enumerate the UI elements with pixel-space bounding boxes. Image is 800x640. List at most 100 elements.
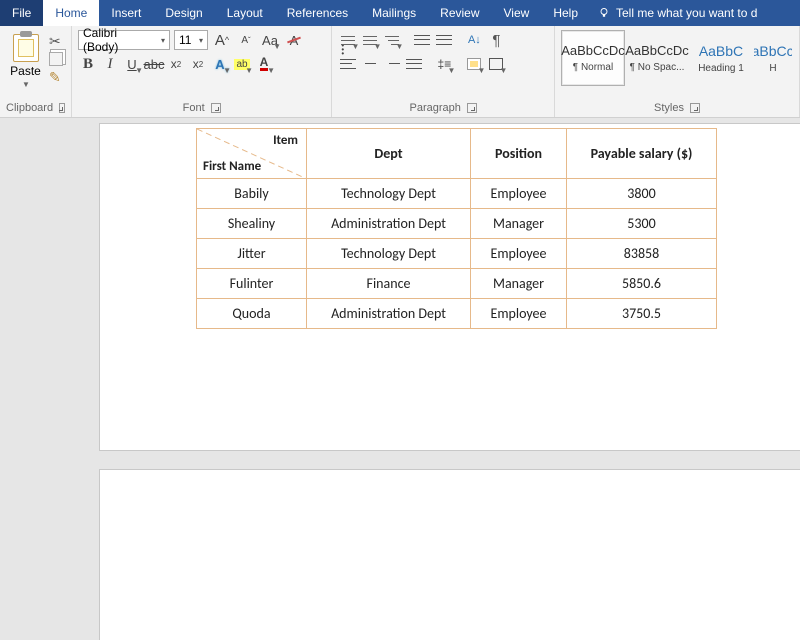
cell-dept[interactable]: Finance: [307, 269, 471, 299]
style-name: ¶ Normal: [573, 62, 613, 73]
header-item-label: Item: [273, 133, 298, 148]
highlight-button[interactable]: ab▼: [232, 54, 252, 74]
indent-icon: [436, 33, 452, 47]
shading-button[interactable]: ▼: [464, 54, 484, 74]
style-heading-1[interactable]: AaBbC Heading 1: [689, 30, 753, 86]
tab-help[interactable]: Help: [541, 0, 590, 26]
chevron-down-icon: ▼: [22, 80, 30, 89]
cell-sal[interactable]: 83858: [567, 239, 717, 269]
tab-mailings[interactable]: Mailings: [360, 0, 428, 26]
chevron-down-icon: ▾: [199, 36, 203, 45]
tab-insert[interactable]: Insert: [99, 0, 153, 26]
show-marks-button[interactable]: ¶: [486, 30, 506, 50]
italic-button[interactable]: I: [100, 54, 120, 74]
ribbon-tabs: File Home Insert Design Layout Reference…: [0, 0, 800, 26]
cell-pos[interactable]: Employee: [471, 179, 567, 209]
cell-pos[interactable]: Employee: [471, 239, 567, 269]
tab-review[interactable]: Review: [428, 0, 491, 26]
grow-font-button[interactable]: A^: [212, 30, 232, 50]
header-dept[interactable]: Dept: [307, 129, 471, 179]
numbering-button[interactable]: ▼: [360, 30, 380, 50]
cell-pos[interactable]: Manager: [471, 209, 567, 239]
style-normal[interactable]: AaBbCcDc ¶ Normal: [561, 30, 625, 86]
font-family-value: Calibri (Body): [83, 26, 155, 54]
justify-button[interactable]: [404, 54, 424, 74]
group-clipboard: Paste ▼ ✂ ✎ Clipboard: [0, 26, 72, 117]
cell-name[interactable]: Quoda: [197, 299, 307, 329]
cell-dept[interactable]: Technology Dept: [307, 239, 471, 269]
cell-sal[interactable]: 5300: [567, 209, 717, 239]
table-row: ShealinyAdministration DeptManager5300: [197, 209, 717, 239]
cell-name[interactable]: Fulinter: [197, 269, 307, 299]
superscript-button[interactable]: x2: [188, 54, 208, 74]
cell-sal[interactable]: 3750.5: [567, 299, 717, 329]
format-painter-button[interactable]: ✎: [49, 70, 65, 84]
align-center-button[interactable]: [360, 54, 380, 74]
cell-name[interactable]: Jitter: [197, 239, 307, 269]
group-styles: AaBbCcDc ¶ Normal AaBbCcDc ¶ No Spac... …: [555, 26, 800, 117]
clear-formatting-icon: A: [290, 33, 299, 48]
header-split-cell[interactable]: Item First Name: [197, 129, 307, 179]
tab-view[interactable]: View: [492, 0, 542, 26]
header-salary[interactable]: Payable salary ($): [567, 129, 717, 179]
tab-design[interactable]: Design: [153, 0, 214, 26]
font-color-button[interactable]: A▼: [254, 54, 274, 74]
table-row: JitterTechnology DeptEmployee83858: [197, 239, 717, 269]
cell-dept[interactable]: Administration Dept: [307, 209, 471, 239]
style-no-spacing[interactable]: AaBbCcDc ¶ No Spac...: [625, 30, 689, 86]
tab-references[interactable]: References: [275, 0, 360, 26]
cell-dept[interactable]: Administration Dept: [307, 299, 471, 329]
bold-button[interactable]: B: [78, 54, 98, 74]
tab-layout[interactable]: Layout: [215, 0, 275, 26]
cell-pos[interactable]: Manager: [471, 269, 567, 299]
tab-file[interactable]: File: [0, 0, 43, 26]
dialog-launcher-icon[interactable]: [211, 103, 221, 113]
align-left-button[interactable]: [338, 54, 358, 74]
align-right-button[interactable]: [382, 54, 402, 74]
cell-sal[interactable]: 5850.6: [567, 269, 717, 299]
style-heading-2[interactable]: AaBbCcD H: [753, 30, 793, 86]
line-spacing-button[interactable]: ‡≡▼: [434, 54, 454, 74]
decrease-indent-button[interactable]: [412, 30, 432, 50]
cell-name[interactable]: Babily: [197, 179, 307, 209]
borders-button[interactable]: ▼: [486, 54, 506, 74]
multilevel-list-button[interactable]: ▼: [382, 30, 402, 50]
font-size-value: 11: [179, 33, 191, 47]
copy-icon: [49, 52, 63, 66]
bullets-button[interactable]: ▼: [338, 30, 358, 50]
paste-label: Paste: [10, 64, 41, 78]
change-case-button[interactable]: Aa▼: [260, 30, 280, 50]
underline-button[interactable]: U▼: [122, 54, 142, 74]
subscript-button[interactable]: x2: [166, 54, 186, 74]
dialog-launcher-icon[interactable]: [59, 103, 65, 113]
header-position[interactable]: Position: [471, 129, 567, 179]
strikethrough-button[interactable]: abc: [144, 54, 164, 74]
paste-button[interactable]: Paste ▼: [6, 30, 45, 89]
font-size-select[interactable]: 11 ▾: [174, 30, 208, 50]
font-family-select[interactable]: Calibri (Body) ▾: [78, 30, 170, 50]
cell-dept[interactable]: Technology Dept: [307, 179, 471, 209]
cell-name[interactable]: Shealiny: [197, 209, 307, 239]
dialog-launcher-icon[interactable]: [690, 103, 700, 113]
tab-home[interactable]: Home: [43, 0, 99, 26]
table-row: QuodaAdministration DeptEmployee3750.5: [197, 299, 717, 329]
style-name: ¶ No Spac...: [630, 62, 685, 73]
dialog-launcher-icon[interactable]: [467, 103, 477, 113]
table-row: BabilyTechnology DeptEmployee3800: [197, 179, 717, 209]
cell-sal[interactable]: 3800: [567, 179, 717, 209]
document-area[interactable]: Item First Name Dept Position Payable sa…: [0, 118, 800, 640]
text-effects-button[interactable]: A▼: [210, 54, 230, 74]
group-paragraph: ▼ ▼ ▼ A↓ ¶ ‡≡▼ ▼ ▼: [332, 26, 555, 117]
shrink-font-button[interactable]: Aˇ: [236, 30, 256, 50]
table-header-row: Item First Name Dept Position Payable sa…: [197, 129, 717, 179]
clear-formatting-button[interactable]: A: [284, 30, 304, 50]
sort-button[interactable]: A↓: [464, 30, 484, 50]
salary-table[interactable]: Item First Name Dept Position Payable sa…: [196, 128, 717, 329]
copy-button[interactable]: [49, 52, 65, 66]
subscript-num: 2: [177, 60, 181, 69]
cut-button[interactable]: ✂: [49, 34, 65, 48]
tell-me-search[interactable]: Tell me what you want to d: [590, 0, 765, 26]
superscript-num: 2: [199, 60, 203, 69]
cell-pos[interactable]: Employee: [471, 299, 567, 329]
increase-indent-button[interactable]: [434, 30, 454, 50]
